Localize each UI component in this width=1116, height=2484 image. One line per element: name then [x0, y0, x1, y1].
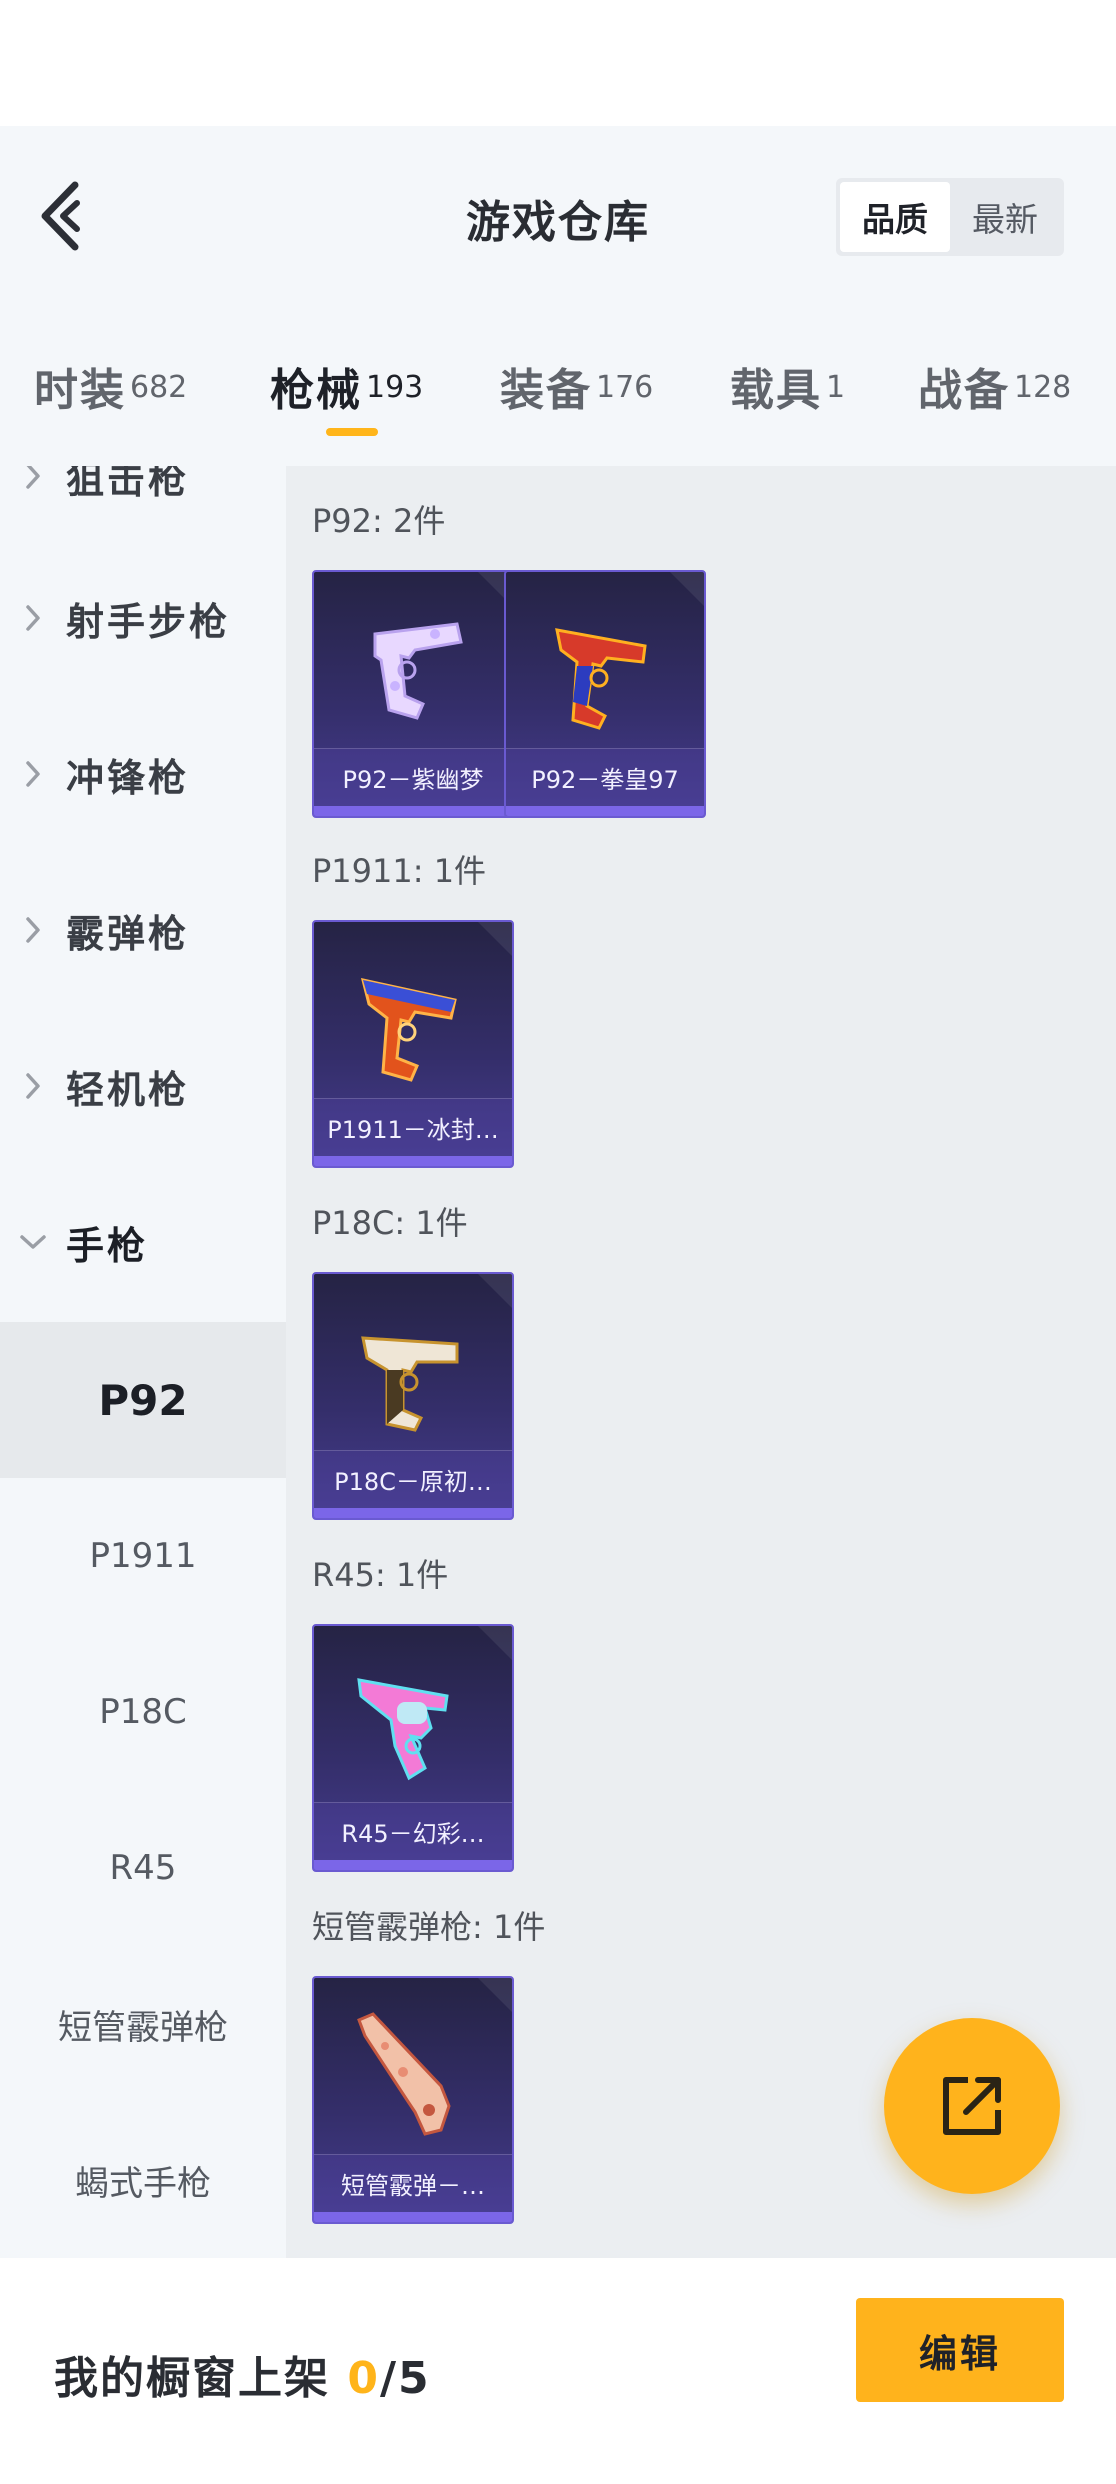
chevron-right-icon: [26, 605, 40, 631]
sidebar-category-label: 手枪: [66, 1223, 149, 1268]
pistol-gold-white-icon: [361, 1336, 459, 1432]
tab-label: 枪械: [270, 365, 362, 416]
pistol-red-blue-icon: [555, 628, 647, 730]
sidebar-item-sawed-off[interactable]: 短管霰弹枪: [0, 1946, 286, 2102]
item-card[interactable]: P1911－冰封…: [312, 920, 514, 1168]
showcase-used-count: 0: [347, 2353, 380, 2404]
sidebar-category-shotgun[interactable]: 霰弹枪: [0, 890, 286, 970]
item-name: P1911－冰封…: [314, 1098, 512, 1156]
sidebar-category-label: 轻机枪: [66, 1067, 190, 1112]
edit-button[interactable]: 编辑: [856, 2298, 1064, 2402]
showcase-total-count: /5: [379, 2353, 431, 2404]
sort-quality-option[interactable]: 品质: [840, 182, 950, 252]
sidebar-item-p1911[interactable]: P1911: [0, 1478, 286, 1634]
sidebar-category-label: 狙击枪: [66, 466, 190, 502]
category-tabs: 时装 682 枪械 193 装备 176 载具 1 战备 128: [0, 340, 1116, 440]
group-title: P1911: 1件: [312, 852, 487, 890]
share-button[interactable]: [884, 2018, 1060, 2194]
sidebar-category-marksman-rifle[interactable]: 射手步枪: [0, 578, 286, 658]
tab-label: 战备: [918, 365, 1010, 416]
tab-count: 1: [826, 370, 846, 405]
item-name: 短管霰弹－…: [314, 2154, 512, 2212]
tab-supplies[interactable]: 战备 128: [918, 354, 1071, 418]
tab-label: 装备: [500, 365, 592, 416]
tab-label: 时装: [34, 365, 126, 416]
item-name: P92－紫幽梦: [314, 748, 512, 806]
group-title: 短管霰弹枪: 1件: [312, 1908, 546, 1946]
tab-count: 176: [596, 370, 654, 405]
sidebar-category-label: 射手步枪: [66, 599, 231, 644]
showcase-status: 我的橱窗上架 0/5: [54, 2342, 431, 2406]
tab-vehicles[interactable]: 载具 1: [730, 354, 845, 418]
item-card[interactable]: P92－拳皇97: [504, 570, 706, 818]
revolver-pink-cyan-icon: [357, 1678, 449, 1781]
tab-firearms[interactable]: 枪械 193: [270, 354, 423, 418]
chevron-right-icon: [26, 917, 40, 943]
tab-count: 682: [130, 370, 188, 405]
group-title: R45: 1件: [312, 1556, 449, 1594]
sort-newest-option[interactable]: 最新: [950, 182, 1060, 252]
sidebar-category-label: 霰弹枪: [66, 911, 190, 956]
sidebar-category-sniper[interactable]: 狙击枪: [0, 466, 286, 516]
share-external-icon: [943, 2077, 1001, 2135]
group-title: P92: 2件: [312, 502, 446, 540]
sidebar-item-r45[interactable]: R45: [0, 1790, 286, 1946]
pistol-fire-ice-icon: [360, 978, 457, 1082]
item-card[interactable]: R45－幻彩…: [312, 1624, 514, 1872]
tab-equipment[interactable]: 装备 176: [500, 354, 653, 418]
group-title: P18C: 1件: [312, 1204, 468, 1242]
active-tab-indicator: [326, 428, 378, 436]
sidebar-item-p92[interactable]: P92: [0, 1322, 286, 1478]
tab-count: 193: [366, 370, 424, 405]
chevron-down-icon: [20, 1235, 46, 1249]
sidebar-item-skorpion[interactable]: 蝎式手枪: [0, 2102, 286, 2258]
sawed-off-shotgun-floral-icon: [357, 2012, 451, 2136]
item-card[interactable]: 短管霰弹－…: [312, 1976, 514, 2224]
chevron-right-icon: [26, 466, 40, 489]
status-bar-area: [0, 0, 1116, 126]
pistol-purple-floral-icon: [373, 622, 463, 720]
tab-count: 128: [1014, 370, 1072, 405]
chevron-right-icon: [26, 761, 40, 787]
sidebar-item-p18c[interactable]: P18C: [0, 1634, 286, 1790]
item-card[interactable]: P92－紫幽梦: [312, 570, 514, 818]
sidebar-category-label: 冲锋枪: [66, 755, 190, 800]
item-name: P18C－原初…: [314, 1450, 512, 1508]
sidebar-category-pistol[interactable]: 手枪: [0, 1202, 286, 1282]
showcase-label: 我的橱窗上架: [54, 2353, 330, 2404]
item-card[interactable]: P18C－原初…: [312, 1272, 514, 1520]
item-grid[interactable]: P92: 2件 P92－紫幽梦 P92－拳皇97 P1911: 1件 P1911…: [286, 466, 1116, 2258]
sidebar-category-smg[interactable]: 冲锋枪: [0, 734, 286, 814]
sort-toggle[interactable]: 品质 最新: [836, 178, 1064, 256]
showcase-footer: 我的橱窗上架 0/5 编辑: [0, 2258, 1116, 2484]
item-name: R45－幻彩…: [314, 1802, 512, 1860]
item-name: P92－拳皇97: [506, 748, 704, 806]
tab-label: 载具: [730, 365, 822, 416]
sidebar-category-lmg[interactable]: 轻机枪: [0, 1046, 286, 1126]
chevron-right-icon: [26, 1073, 40, 1099]
weapon-type-sidebar[interactable]: 狙击枪 射手步枪 冲锋枪 霰弹枪 轻机枪 手枪 P92 P1911 P18C R…: [0, 466, 286, 2258]
tab-fashion[interactable]: 时装 682: [34, 354, 187, 418]
